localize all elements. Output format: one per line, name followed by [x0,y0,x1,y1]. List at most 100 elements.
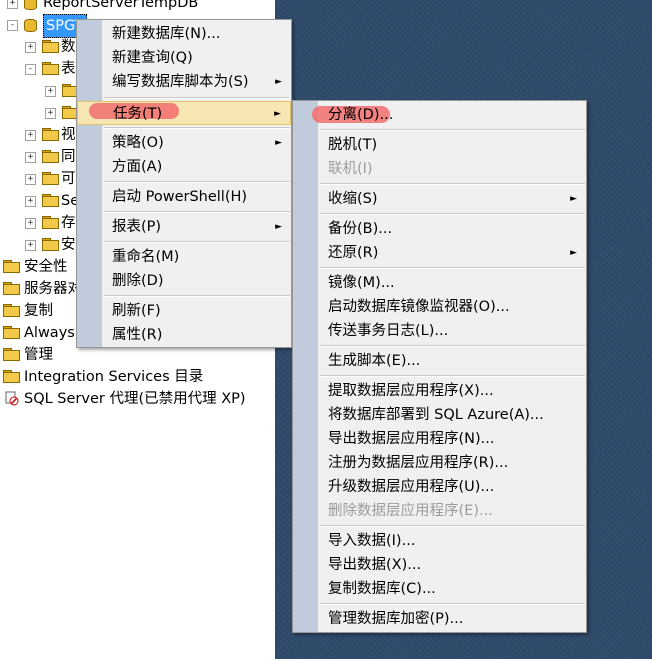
tasks-menu-item: 联机(I) [293,157,586,181]
collapse-icon[interactable]: - [7,20,18,31]
menu-item-label: 注册为数据层应用程序(R)... [328,455,509,471]
context-menu-item[interactable]: 新建数据库(N)... [77,22,291,46]
tasks-menu-item[interactable]: 镜像(M)... [293,271,586,295]
folder-icon [42,62,59,75]
menu-separator [104,241,290,243]
tasks-menu-item[interactable]: 脱机(T) [293,133,586,157]
context-menu-item[interactable]: 删除(D) [77,269,291,293]
tasks-menu-item[interactable]: 复制数据库(C)... [293,577,586,601]
tasks-menu-item[interactable]: 导出数据(X)... [293,553,586,577]
expand-icon[interactable]: + [25,196,36,207]
tree-node-label: 安 [61,237,76,253]
tasks-menu-item[interactable]: 收缩(S) ► [293,187,586,211]
menu-item-label: 分离(D)... [328,107,394,123]
menu-item-label: 脱机(T) [328,137,378,153]
folder-icon [42,172,59,185]
menu-item-label: 复制数据库(C)... [328,581,436,597]
expand-icon[interactable]: + [7,0,18,9]
menu-item-label: 启动 PowerShell(H) [112,189,248,205]
tasks-menu-item[interactable]: 还原(R) ► [293,241,586,265]
menu-item-label: 升级数据层应用程序(U)... [328,479,495,495]
context-menu-item[interactable]: 刷新(F) [77,299,291,323]
context-menu-item[interactable]: 策略(O) ► [77,131,291,155]
menu-item-label: 备份(B)... [328,221,393,237]
menu-item-label: 新建查询(Q) [112,50,193,66]
menu-item-label: 生成脚本(E)... [328,353,421,369]
context-menu-item[interactable]: 报表(P) ► [77,215,291,239]
submenu-arrow-icon: ► [570,194,577,204]
menu-item-label: 导出数据(X)... [328,557,422,573]
expand-icon[interactable]: + [25,130,36,141]
folder-icon [42,128,59,141]
context-menu-item[interactable]: 重命名(M) [77,245,291,269]
context-menu-item[interactable]: 编写数据库脚本为(S) ► [77,70,291,94]
expand-icon[interactable]: + [25,42,36,53]
tasks-menu-item[interactable]: 导入数据(I)... [293,529,586,553]
tasks-menu-item[interactable]: 管理数据库加密(P)... [293,607,586,631]
tasks-menu-item[interactable]: 提取数据层应用程序(X)... [293,379,586,403]
context-menu-item[interactable]: 任务(T) ► [77,101,291,125]
menu-item-label: 管理数据库加密(P)... [328,611,464,627]
menu-item-label: 传送事务日志(L)... [328,323,449,339]
collapse-icon[interactable]: - [25,64,36,75]
folder-icon [42,238,59,251]
menu-item-label: 删除(D) [112,273,164,289]
context-menu-item[interactable]: 属性(R) [77,323,291,347]
submenu-arrow-icon: ► [275,222,282,232]
tasks-menu-item[interactable]: 将数据库部署到 SQL Azure(A)... [293,403,586,427]
tasks-menu-item[interactable]: 升级数据层应用程序(U)... [293,475,586,499]
menu-item-label: 导出数据层应用程序(N)... [328,431,495,447]
submenu-arrow-icon: ► [274,109,281,119]
menu-separator [104,211,290,213]
folder-icon [42,194,59,207]
tree-node-label: ReportServerTempDB [43,0,199,11]
expand-icon[interactable]: + [25,152,36,163]
tree-node-label: 可 [61,171,76,187]
tasks-submenu: 分离(D)... 脱机(T) 联机(I) 收缩(S) ► 备份(B)... 还原(R) ► 镜像… [292,100,587,633]
menu-item-label: 启动数据库镜像监视器(O)... [328,299,510,315]
tasks-menu-item[interactable]: 注册为数据层应用程序(R)... [293,451,586,475]
tasks-menu-item[interactable]: 启动数据库镜像监视器(O)... [293,295,586,319]
menu-separator [320,183,585,185]
folder-icon [3,326,20,339]
folder-icon [42,40,59,53]
menu-item-label: 报表(P) [112,219,162,235]
context-menu-item[interactable]: 启动 PowerShell(H) [77,185,291,209]
expand-icon[interactable]: + [25,218,36,229]
menu-separator [104,127,290,129]
tree-node[interactable]: + ReportServerTempDB [0,0,275,14]
expand-icon[interactable]: + [45,86,56,97]
tree-node[interactable]: Integration Services 目录 [0,366,275,388]
tree-node-label: 数 [61,39,76,55]
expand-icon[interactable]: + [25,240,36,251]
menu-item-label: 任务(T) [113,106,163,122]
folder-icon [3,282,20,295]
menu-item-label: 收缩(S) [328,191,378,207]
tasks-menu-item[interactable]: 分离(D)... [293,103,586,127]
menu-item-label: 编写数据库脚本为(S) [112,74,249,90]
folder-icon [42,150,59,163]
menu-item-label: 重命名(M) [112,249,180,265]
menu-separator [320,345,585,347]
menu-item-label: 提取数据层应用程序(X)... [328,383,494,399]
tree-node-label: Integration Services 目录 [24,369,204,385]
tree-node-label: 管理 [24,347,53,363]
tree-node-label: 同 [61,149,76,165]
folder-icon [3,348,20,361]
tree-node-label: 存 [61,215,76,231]
expand-icon[interactable]: + [25,174,36,185]
context-menu-item[interactable]: 新建查询(Q) [77,46,291,70]
menu-item-label: 删除数据层应用程序(E)... [328,503,493,519]
folder-icon [3,304,20,317]
submenu-arrow-icon: ► [570,248,577,258]
context-menu-item[interactable]: 方面(A) [77,155,291,179]
tasks-menu-item[interactable]: 生成脚本(E)... [293,349,586,373]
tasks-menu-item[interactable]: 备份(B)... [293,217,586,241]
tree-node[interactable]: SQL Server 代理(已禁用代理 XP) [0,388,275,410]
folder-icon [42,216,59,229]
tasks-menu-item[interactable]: 传送事务日志(L)... [293,319,586,343]
expand-icon[interactable]: + [45,108,56,119]
tree-node-label: 服务器对 [24,281,82,297]
menu-item-label: 将数据库部署到 SQL Azure(A)... [328,407,544,423]
tasks-menu-item[interactable]: 导出数据层应用程序(N)... [293,427,586,451]
